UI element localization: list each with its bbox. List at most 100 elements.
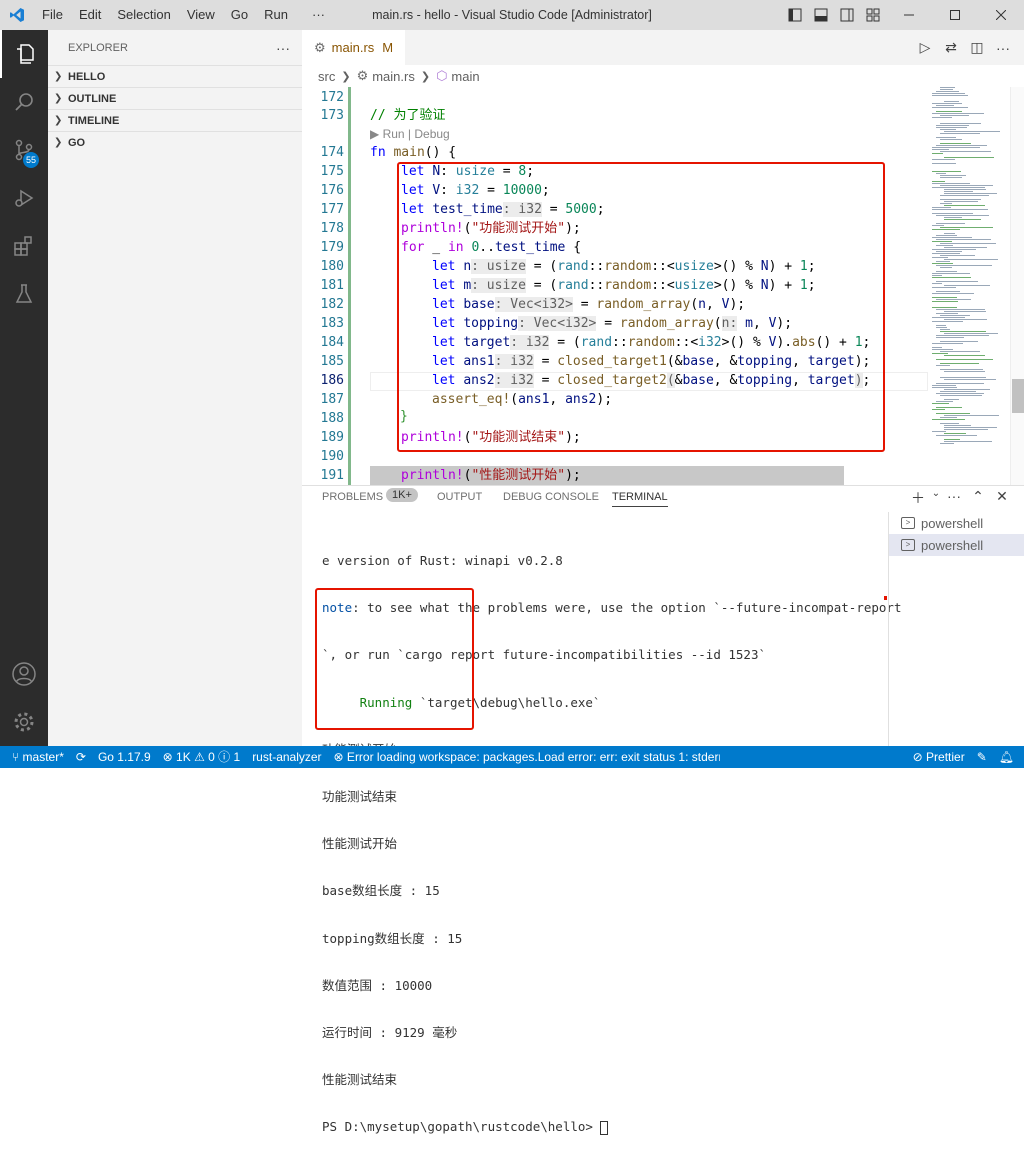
minimap-line bbox=[932, 213, 973, 214]
minimap-line bbox=[944, 201, 978, 202]
testing-icon[interactable] bbox=[0, 270, 48, 318]
manage-gear-icon[interactable] bbox=[0, 698, 48, 746]
notifications-bell-icon[interactable]: 🔔︎ bbox=[993, 746, 1024, 768]
toggle-sidebar-icon[interactable] bbox=[782, 0, 808, 30]
close-panel-icon[interactable]: ✕ bbox=[990, 488, 1014, 508]
section-go[interactable]: ❯ GO bbox=[48, 131, 302, 153]
tab-problems[interactable]: PROBLEMS bbox=[322, 490, 383, 512]
minimap-line bbox=[932, 403, 949, 404]
section-outline[interactable]: ❯ OUTLINE bbox=[48, 87, 302, 109]
minimap-line bbox=[940, 329, 950, 330]
minimap-line bbox=[944, 439, 960, 440]
minimap-line bbox=[944, 285, 990, 286]
menu-view[interactable]: View bbox=[179, 0, 223, 30]
code-line: 173// 为了验证 bbox=[320, 108, 446, 123]
minimap-line bbox=[936, 235, 957, 236]
minimap-line bbox=[940, 369, 983, 370]
code-line: 174 fn main() { bbox=[320, 145, 457, 160]
run-debug-icon[interactable] bbox=[0, 174, 48, 222]
explorer-more-button[interactable]: ··· bbox=[276, 40, 290, 56]
toggle-secondary-sidebar-icon[interactable] bbox=[834, 0, 860, 30]
tab-output[interactable]: OUTPUT bbox=[437, 490, 482, 512]
minimap-line bbox=[936, 383, 984, 384]
minimap-line bbox=[936, 413, 970, 414]
menu-selection[interactable]: Selection bbox=[109, 0, 178, 30]
breadcrumb: src ❯ ⚙ main.rs ❯ ⬡ main bbox=[302, 65, 1024, 87]
search-icon[interactable] bbox=[0, 78, 48, 126]
extensions-icon[interactable] bbox=[0, 222, 48, 270]
breadcrumb-src[interactable]: src bbox=[318, 69, 335, 84]
codelens-run-debug[interactable]: ▶ Run | Debug bbox=[370, 125, 450, 143]
toggle-panel-icon[interactable] bbox=[808, 0, 834, 30]
minimap-line bbox=[944, 217, 962, 218]
minimap-line bbox=[940, 203, 952, 204]
new-terminal-icon[interactable]: ＋ bbox=[906, 488, 930, 508]
minimap-line bbox=[932, 107, 968, 108]
tab-terminal[interactable]: TERMINAL bbox=[612, 490, 668, 507]
feedback-icon[interactable]: ✎ bbox=[971, 746, 993, 768]
minimap-line bbox=[932, 237, 972, 238]
minimap-line bbox=[940, 175, 966, 176]
section-timeline[interactable]: ❯ TIMELINE bbox=[48, 109, 302, 131]
minimap-line bbox=[936, 265, 992, 266]
tab-label: main.rs bbox=[331, 40, 375, 55]
minimap-line bbox=[940, 139, 962, 140]
branch-indicator[interactable]: ⑂ master* bbox=[0, 746, 70, 768]
menu-edit[interactable]: Edit bbox=[71, 0, 109, 30]
minimap-line bbox=[932, 343, 963, 344]
minimap-line bbox=[936, 337, 964, 338]
go-version[interactable]: Go 1.17.9 bbox=[92, 746, 157, 768]
menu-more[interactable]: ··· bbox=[304, 0, 333, 30]
minimap-line bbox=[932, 387, 957, 388]
modified-badge: M bbox=[382, 40, 394, 55]
menu-go[interactable]: Go bbox=[223, 0, 256, 30]
rust-file-icon: ⚙ bbox=[314, 39, 326, 55]
terminal-item-powershell[interactable]: > powershell bbox=[889, 512, 1024, 534]
tab-main-rs[interactable]: ⚙ main.rs M bbox=[302, 30, 407, 65]
problems-indicator[interactable]: ⊗ 1K ⚠ 0 ⓘ 1 bbox=[157, 746, 247, 768]
menu-run[interactable]: Run bbox=[256, 0, 296, 30]
workspace-error[interactable]: ⊗ Error loading workspace: packages.Load… bbox=[328, 746, 720, 768]
more-actions-icon[interactable]: ··· bbox=[942, 488, 966, 508]
minimap-line bbox=[932, 353, 948, 354]
breadcrumb-symbol[interactable]: main bbox=[451, 69, 479, 84]
minimap-line bbox=[932, 241, 952, 242]
minimap-line bbox=[936, 271, 957, 272]
close-button[interactable] bbox=[978, 0, 1024, 30]
section-hello[interactable]: ❯ HELLO bbox=[48, 65, 302, 87]
minimap-line bbox=[932, 287, 956, 288]
menu-file[interactable]: File bbox=[34, 0, 71, 30]
more-actions-icon[interactable]: ··· bbox=[990, 40, 1016, 56]
breadcrumb-file[interactable]: main.rs bbox=[372, 69, 415, 84]
minimap-line bbox=[932, 147, 980, 148]
minimize-button[interactable] bbox=[886, 0, 932, 30]
minimap-line bbox=[936, 435, 977, 436]
terminal-item-powershell-active[interactable]: > powershell bbox=[889, 534, 1024, 556]
maximize-button[interactable] bbox=[932, 0, 978, 30]
minimap-line bbox=[936, 325, 946, 326]
minimap[interactable] bbox=[928, 87, 1010, 485]
maximize-panel-icon[interactable]: ⌃ bbox=[966, 488, 990, 508]
terminal-prompt[interactable]: PS D:\mysetup\gopath\rustcode\hello> bbox=[322, 1118, 882, 1135]
minimap-line bbox=[936, 137, 956, 138]
terminal-dropdown-icon[interactable]: ⌄ bbox=[930, 488, 942, 508]
run-icon[interactable]: ▷ bbox=[912, 39, 938, 56]
highlight-box-output bbox=[315, 588, 474, 730]
sync-button[interactable]: ⟳ bbox=[70, 746, 92, 768]
rust-analyzer-status[interactable]: rust-analyzer bbox=[246, 746, 327, 768]
minimap-line bbox=[944, 233, 955, 234]
minimap-line bbox=[932, 253, 960, 254]
accounts-icon[interactable] bbox=[0, 650, 48, 698]
minimap-line bbox=[932, 117, 952, 118]
chevron-right-icon: ❯ bbox=[54, 93, 63, 104]
minimap-line bbox=[944, 131, 1000, 132]
editor-scrollbar[interactable] bbox=[1010, 87, 1024, 485]
explorer-icon[interactable] bbox=[0, 30, 48, 78]
customize-layout-icon[interactable] bbox=[860, 0, 886, 30]
prettier-status[interactable]: ⊘ Prettier bbox=[907, 746, 971, 768]
tab-debug-console[interactable]: DEBUG CONSOLE bbox=[503, 490, 599, 512]
scrollbar-thumb[interactable] bbox=[1012, 379, 1024, 413]
source-control-icon[interactable]: 55 bbox=[0, 126, 48, 174]
split-editor-icon[interactable]: ◫ bbox=[964, 39, 990, 56]
compare-changes-icon[interactable]: ⇄ bbox=[938, 39, 964, 56]
